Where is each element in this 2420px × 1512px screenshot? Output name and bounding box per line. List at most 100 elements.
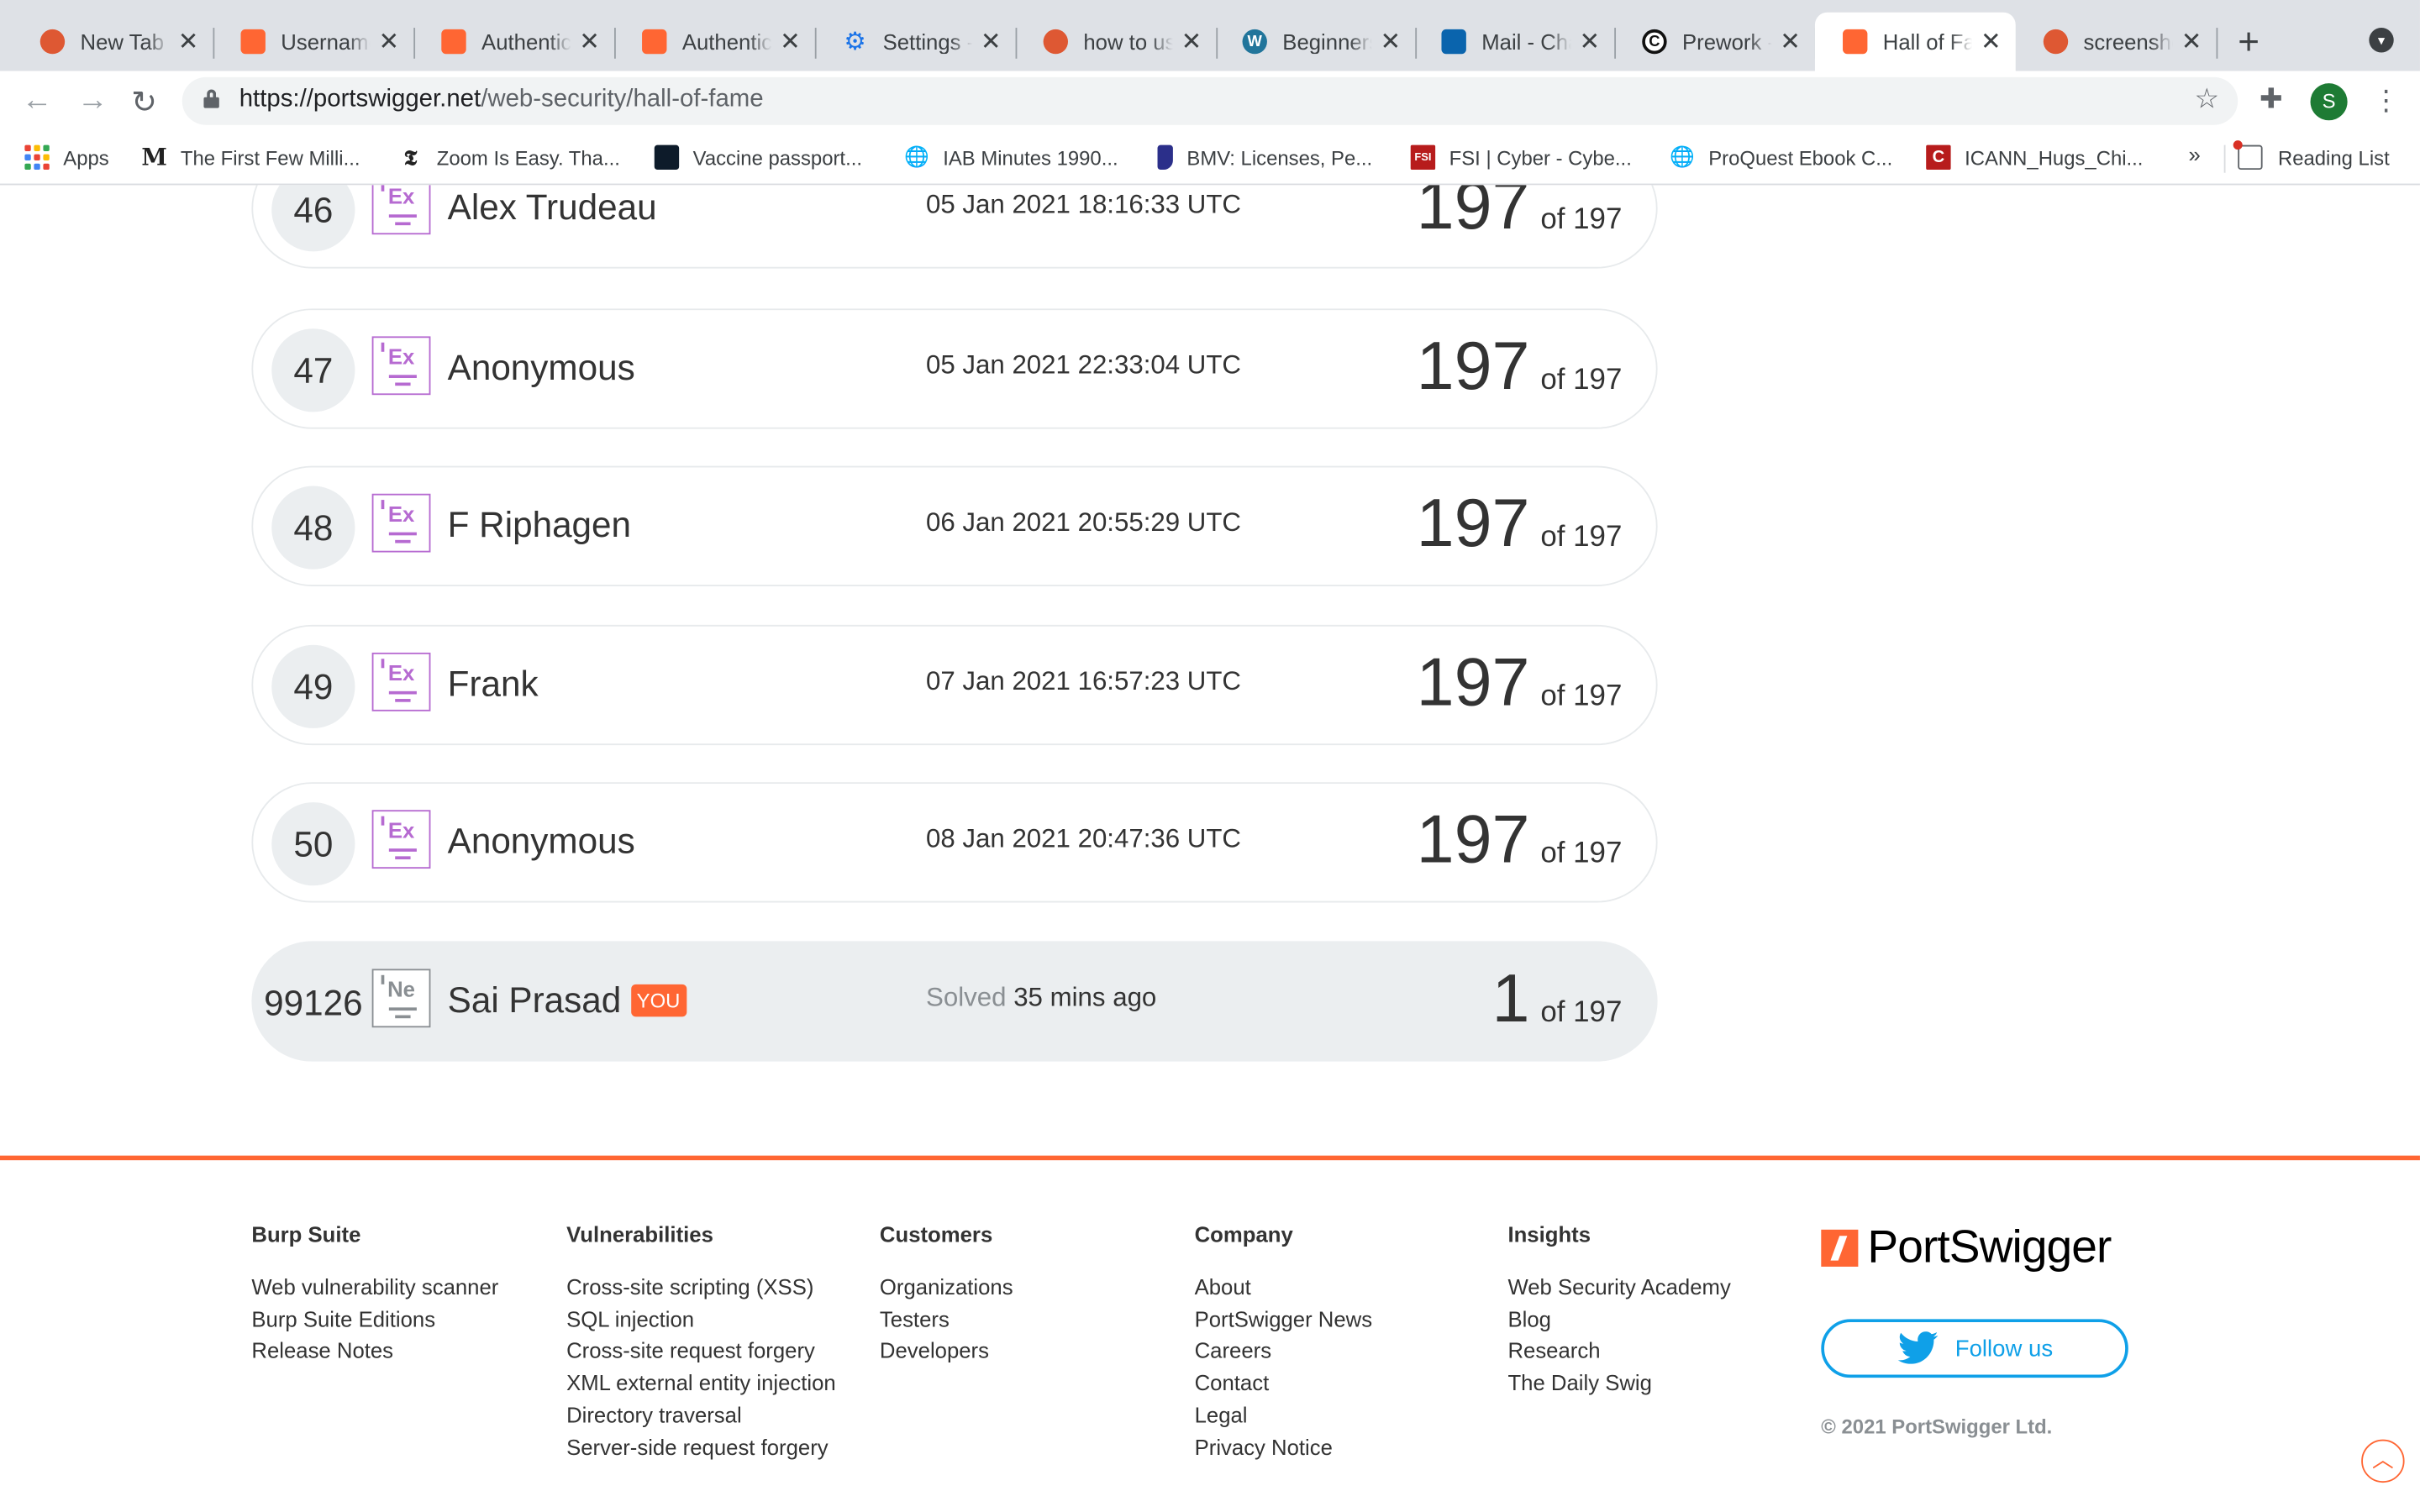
close-tab-icon[interactable]: ✕ xyxy=(1979,26,2003,57)
level-abbr: Ex xyxy=(387,344,415,369)
tab-11[interactable]: screensho✕ xyxy=(2016,13,2218,71)
tab-1[interactable]: New Tab ✕ xyxy=(13,13,215,71)
footer-link[interactable]: Release Notes xyxy=(251,1335,498,1367)
expert-level-icon: Ex xyxy=(371,810,431,869)
tab-8[interactable]: Mail - Cha ✕ xyxy=(1413,13,1617,71)
vaccine-site-icon xyxy=(654,144,680,171)
portswigger-icon xyxy=(642,29,667,55)
footer-link[interactable]: Directory traversal xyxy=(566,1399,836,1431)
portswigger-logo-icon xyxy=(1821,1229,1859,1267)
bookmark-item[interactable]: M The First Few Milli... xyxy=(141,144,360,171)
tab-4[interactable]: Authentic ✕ xyxy=(614,13,817,71)
close-tab-icon[interactable]: ✕ xyxy=(1577,26,1602,57)
scroll-to-top-icon[interactable]: ︿ xyxy=(2361,1439,2405,1483)
total-count: of 197 xyxy=(1540,837,1623,870)
close-tab-icon[interactable]: ✕ xyxy=(1778,26,1802,57)
footer-link[interactable]: About xyxy=(1195,1271,1373,1303)
user-name[interactable]: Frank xyxy=(448,664,539,706)
close-tab-icon[interactable]: ✕ xyxy=(376,26,401,57)
footer-link[interactable]: Developers xyxy=(880,1335,1013,1367)
bookmark-item[interactable]: C ICANN_Hugs_Chi... xyxy=(1926,144,2143,171)
browser-toolbar: ← → ↻ https://portswigger.net/web-securi… xyxy=(0,71,2420,133)
bookmark-item[interactable]: BMV: Licenses, Pe... xyxy=(1157,144,1372,171)
tab-7[interactable]: W Beginners ✕ xyxy=(1214,13,1418,71)
bookmark-item[interactable]: 🌐 IAB Minutes 1990... xyxy=(904,145,1118,170)
footer-link[interactable]: Cross-site request forgery xyxy=(566,1335,836,1367)
footer-link[interactable]: PortSwigger News xyxy=(1195,1303,1373,1335)
footer-link[interactable]: Careers xyxy=(1195,1335,1373,1367)
user-name[interactable]: F Riphagen xyxy=(448,505,631,547)
address-bar[interactable]: https://portswigger.net/web-security/hal… xyxy=(182,76,2238,125)
bookmark-item[interactable]: FSI FSI | Cyber - Cybe... xyxy=(1410,144,1632,171)
footer-heading: Burp Suite xyxy=(251,1221,361,1247)
footer-link[interactable]: Legal xyxy=(1195,1399,1373,1431)
solved-count: 197 xyxy=(1416,486,1530,562)
bookmark-item[interactable]: Apps xyxy=(24,144,109,171)
leaderboard-row: 49 Ex Frank 07 Jan 2021 16:57:23 UTC 197 of 1… xyxy=(251,624,1658,746)
bookmarks-overflow-button[interactable]: » xyxy=(2188,142,2200,166)
user-name[interactable]: Anonymous xyxy=(448,347,635,389)
user-name[interactable]: Alex Trudeau xyxy=(448,186,657,228)
user-name[interactable]: Sai Prasad YOU xyxy=(448,979,687,1021)
close-tab-icon[interactable]: ✕ xyxy=(1378,26,1402,57)
footer-link[interactable]: Organizations xyxy=(880,1271,1013,1303)
browser-menu-icon[interactable]: ⋮ xyxy=(2372,85,2400,118)
globe-icon: 🌐 xyxy=(1670,144,1695,169)
footer-link[interactable]: Blog xyxy=(1507,1303,1730,1335)
bookmark-item[interactable]: Vaccine passport... xyxy=(654,144,862,171)
footer-link[interactable]: Web vulnerability scanner xyxy=(251,1271,498,1303)
total-count: of 197 xyxy=(1540,203,1623,237)
reading-list-icon xyxy=(2233,140,2263,171)
level-abbr: Ex xyxy=(387,817,415,843)
lock-icon[interactable] xyxy=(203,89,219,108)
tab-6[interactable]: how to us ✕ xyxy=(1016,13,1218,71)
forward-arrow-icon[interactable]: → xyxy=(77,83,108,118)
footer-link[interactable]: Privacy Notice xyxy=(1195,1431,1373,1463)
reading-list-button[interactable]: Reading List xyxy=(2233,140,2390,171)
footer-link[interactable]: Cross-site scripting (XSS) xyxy=(566,1271,836,1303)
tab-9[interactable]: C Prework - ✕ xyxy=(1614,13,1817,71)
close-tab-icon[interactable]: ✕ xyxy=(176,26,200,57)
solved-time: Solved 35 mins ago xyxy=(926,983,1156,1014)
follow-us-button[interactable]: Follow us xyxy=(1821,1319,2128,1378)
footer-link[interactable]: Contact xyxy=(1195,1368,1373,1399)
reload-icon[interactable]: ↻ xyxy=(131,83,157,122)
expert-level-icon: Ex xyxy=(371,185,431,235)
leaderboard-row: 47 Ex Anonymous 05 Jan 2021 22:33:04 UTC 197… xyxy=(251,308,1658,429)
tab-title: Authentic xyxy=(481,29,571,55)
bookmark-star-icon[interactable]: ☆ xyxy=(2195,83,2220,116)
footer-link[interactable]: XML external entity injection xyxy=(566,1368,836,1399)
close-tab-icon[interactable]: ✕ xyxy=(577,26,602,57)
tab-2[interactable]: Username✕ xyxy=(213,13,416,71)
footer-link[interactable]: Web Security Academy xyxy=(1507,1271,1730,1303)
user-name[interactable]: Anonymous xyxy=(448,821,635,863)
footer-link[interactable]: Server-side request forgery xyxy=(566,1431,836,1463)
tab-3[interactable]: Authentic ✕ xyxy=(413,13,616,71)
close-tab-icon[interactable]: ✕ xyxy=(1179,26,1203,57)
extensions-puzzle-icon[interactable]: ✚ xyxy=(2260,83,2283,116)
footer-link[interactable]: Testers xyxy=(880,1303,1013,1335)
tab-search-icon[interactable]: ▾ xyxy=(2369,28,2394,53)
bookmark-label: The First Few Milli... xyxy=(180,145,360,170)
level-abbr: Ex xyxy=(387,660,415,685)
footer-link[interactable]: Burp Suite Editions xyxy=(251,1303,498,1335)
leaderboard-row: 48 Ex F Riphagen 06 Jan 2021 20:55:29 UTC 19… xyxy=(251,465,1658,586)
bookmark-label: IAB Minutes 1990... xyxy=(943,145,1118,170)
portswigger-logo[interactable]: PortSwigger xyxy=(1821,1222,2112,1274)
url-text[interactable]: https://portswigger.net/web-security/hal… xyxy=(239,87,764,114)
tab-5[interactable]: ⚙ Settings - ✕ xyxy=(815,13,1018,71)
close-tab-icon[interactable]: ✕ xyxy=(2179,26,2203,57)
tab-strip: New Tab✕Username✕Authentic✕Authentic✕⚙Se… xyxy=(0,0,2420,71)
close-tab-icon[interactable]: ✕ xyxy=(778,26,802,57)
bookmark-item[interactable]: 𝕿 Zoom Is Easy. Tha... xyxy=(398,144,620,170)
new-tab-button[interactable]: + xyxy=(2238,22,2260,65)
footer-link[interactable]: The Daily Swig xyxy=(1507,1368,1730,1399)
back-arrow-icon[interactable]: ← xyxy=(22,83,53,118)
close-tab-icon[interactable]: ✕ xyxy=(978,26,1002,57)
footer-link[interactable]: Research xyxy=(1507,1335,1730,1367)
score: 197 of 197 xyxy=(1417,185,1623,245)
footer-link[interactable]: SQL injection xyxy=(566,1303,836,1335)
tab-10[interactable]: Hall of Fa ✕ xyxy=(1814,12,2016,71)
profile-avatar[interactable]: S xyxy=(2310,83,2348,121)
bookmark-item[interactable]: 🌐 ProQuest Ebook C... xyxy=(1670,145,1892,170)
